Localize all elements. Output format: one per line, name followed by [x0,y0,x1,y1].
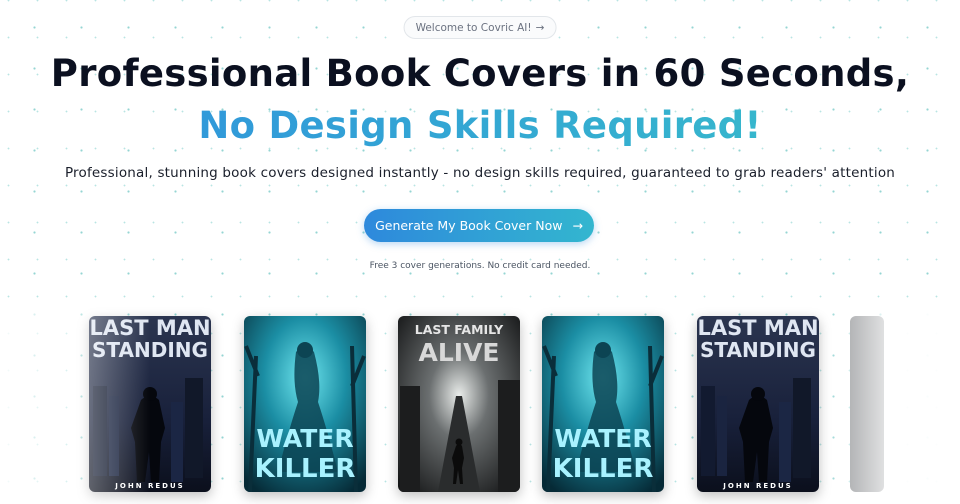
cover-title-top: WATER [554,424,652,453]
announcement-pill[interactable]: Welcome to Covric AI! → [403,16,557,39]
cover-title-bottom: KILLER [254,454,356,484]
book-cover[interactable]: LAST FAMILY ALIVE [398,316,520,492]
cover-title-bottom: KILLER [552,454,654,484]
book-cover[interactable]: LAST MAN STANDING JOHN REDUS [697,316,819,492]
generate-cover-button[interactable]: Generate My Book Cover Now → [364,209,594,242]
hero-headline-highlight: No Design Skills Required! [0,104,960,147]
cover-author: JOHN REDUS [723,482,793,490]
cover-title-top: LAST MAN [697,316,819,340]
cta-note: Free 3 cover generations. No credit card… [369,261,591,271]
cover-title-top: LAST FAMILY [414,322,504,337]
cta-label: Generate My Book Cover Now [375,218,563,233]
book-cover-partial[interactable] [850,316,884,492]
hero-subheadline: Professional, stunning book covers desig… [64,165,896,181]
cover-title-top: WATER [256,424,354,453]
book-cover[interactable]: LAST MAN STANDING JOHN REDUS [89,316,211,492]
book-cover[interactable]: WATER KILLER [244,316,366,492]
arrow-right-icon: → [535,21,545,34]
cover-title-bottom: STANDING [700,338,816,362]
hero-headline: Professional Book Covers in 60 Seconds, [50,52,910,95]
cover-title-bottom: STANDING [92,338,208,362]
announcement-label: Welcome to Covric AI! [415,21,532,34]
carousel-fade-right [820,300,960,504]
cover-title-top: LAST MAN [89,316,211,340]
arrow-right-icon: → [572,218,583,233]
book-cover[interactable]: WATER KILLER [542,316,664,492]
cover-author: JOHN REDUS [115,482,185,490]
cover-title-bottom: ALIVE [418,338,500,367]
